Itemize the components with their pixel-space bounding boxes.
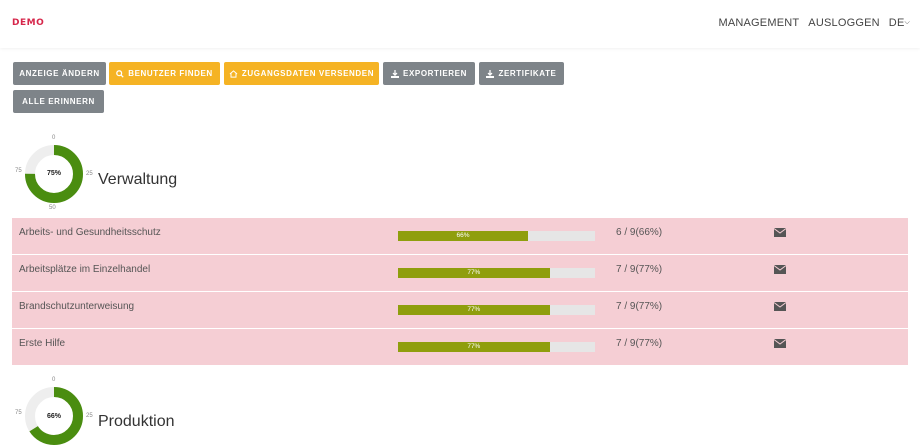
change-view-label: ANZEIGE ÄNDERN (19, 69, 100, 78)
envelope-icon[interactable] (774, 302, 786, 311)
send-credentials-button[interactable]: ZUGANGSDATEN VERSENDEN (224, 62, 379, 85)
envelope-icon[interactable] (774, 265, 786, 274)
donut-tick-25: 25 (86, 413, 93, 419)
donut-tick-75: 75 (15, 168, 22, 174)
section-title: Verwaltung (98, 171, 178, 188)
export-label: EXPORTIEREN (403, 69, 467, 78)
completion-count: 7 / 9(77%) (616, 338, 663, 349)
find-users-button[interactable]: BENUTZER FINDEN (109, 62, 220, 85)
donut-tick-50: 50 (49, 205, 56, 211)
table-row: Brandschutzunterweisung 77% 7 / 9(77%) (12, 292, 908, 329)
section-donut-chart: 66% (24, 386, 84, 446)
completion-count: 6 / 9(66%) (616, 227, 663, 238)
progress-bar: 77% (398, 268, 595, 278)
progress-label: 77% (467, 343, 481, 350)
progress-label: 66% (456, 232, 470, 239)
progress-bar: 77% (398, 305, 595, 315)
donut-tick-25: 25 (86, 171, 93, 177)
remind-all-button[interactable]: ALLE ERINNERN (13, 90, 104, 113)
section-donut-chart: 75% (24, 144, 84, 204)
donut-tick-0: 0 (52, 135, 56, 141)
section-title: Produktion (98, 413, 175, 430)
completion-count: 7 / 9(77%) (616, 301, 663, 312)
course-name[interactable]: Arbeitsplätze im Einzelhandel (19, 264, 150, 275)
change-view-button[interactable]: ANZEIGE ÄNDERN (13, 62, 106, 85)
download-icon (391, 69, 400, 78)
donut-percent: 66% (46, 413, 61, 420)
progress-bar: 66% (398, 231, 595, 241)
download-icon (486, 69, 495, 78)
completion-count: 7 / 9(77%) (616, 264, 663, 275)
course-name[interactable]: Erste Hilfe (19, 338, 65, 349)
donut-percent: 75% (46, 170, 61, 177)
table-row: Arbeits- und Gesundheitsschutz 66% 6 / 9… (12, 218, 908, 255)
progress-label: 77% (467, 306, 481, 313)
nav-logout[interactable]: AUSLOGGEN (808, 17, 880, 29)
certificates-label: ZERTIFIKATE (498, 69, 557, 78)
envelope-icon[interactable] (774, 339, 786, 348)
find-users-label: BENUTZER FINDEN (128, 69, 213, 78)
top-navbar: DEMO MANAGEMENT AUSLOGGEN DE⌵ (0, 0, 920, 48)
course-table: Arbeits- und Gesundheitsschutz 66% 6 / 9… (12, 218, 908, 366)
search-icon (116, 69, 124, 78)
chevron-down-icon: ⌵ (904, 19, 910, 27)
donut-tick-75: 75 (15, 410, 22, 416)
language-selector[interactable]: DE⌵ (889, 17, 910, 29)
certificates-button[interactable]: ZERTIFIKATE (479, 62, 564, 85)
course-name[interactable]: Arbeits- und Gesundheitsschutz (19, 227, 161, 238)
brand-logo[interactable]: DEMO (12, 18, 44, 28)
send-credentials-label: ZUGANGSDATEN VERSENDEN (241, 69, 375, 78)
envelope-icon[interactable] (774, 228, 786, 237)
progress-bar: 77% (398, 342, 595, 352)
course-name[interactable]: Brandschutzunterweisung (19, 301, 134, 312)
top-nav: MANAGEMENT AUSLOGGEN DE⌵ (718, 17, 910, 29)
progress-label: 77% (467, 269, 481, 276)
donut-tick-0: 0 (52, 377, 56, 383)
export-button[interactable]: EXPORTIEREN (383, 62, 475, 85)
home-icon (229, 69, 238, 78)
table-row: Arbeitsplätze im Einzelhandel 77% 7 / 9(… (12, 255, 908, 292)
table-row: Erste Hilfe 77% 7 / 9(77%) (12, 329, 908, 366)
language-label: DE (888, 17, 905, 29)
remind-all-label: ALLE ERINNERN (22, 97, 95, 106)
nav-management[interactable]: MANAGEMENT (718, 17, 799, 29)
